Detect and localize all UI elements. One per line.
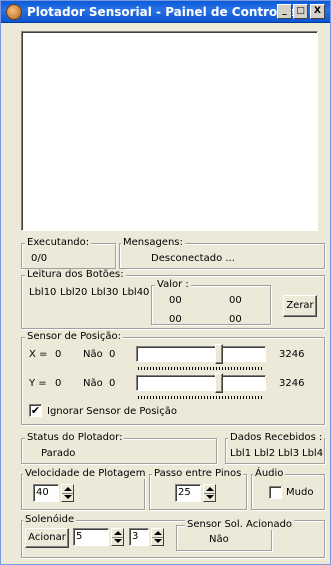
- plot-canvas[interactable]: [21, 31, 318, 231]
- main-window: Plotador Sensorial - Painel de Controles…: [0, 0, 331, 565]
- maximize-button[interactable]: □: [293, 4, 308, 19]
- valor-cell-4: 00: [229, 314, 242, 325]
- valor-cell-3: 00: [169, 314, 182, 325]
- acionar-button[interactable]: Acionar: [25, 528, 69, 548]
- leitura-label-4: Lbl40: [122, 287, 150, 298]
- sensor-x-nao-label: Não: [83, 349, 103, 360]
- app-icon: [6, 4, 22, 20]
- sensor-x-label: X =: [29, 349, 48, 360]
- dados-legend: Dados Recebidos :: [228, 432, 325, 443]
- leitura-label-3: Lbl30: [91, 287, 119, 298]
- velocidade-legend: Velocidade de Plotagem: [23, 468, 148, 479]
- status-legend: Status do Plotador:: [25, 432, 125, 443]
- solenoide-legend: Solenóide: [23, 514, 77, 525]
- passo-down-icon[interactable]: [206, 495, 214, 499]
- passo-up-icon[interactable]: [206, 487, 214, 491]
- solenoide-1-down-icon[interactable]: [114, 539, 122, 543]
- dados-label-2: Lbl2: [254, 448, 276, 459]
- sensor-y-label: Y =: [29, 378, 47, 389]
- sensor-y-nao-value: 0: [109, 378, 116, 389]
- mudo-checkbox[interactable]: [269, 486, 282, 499]
- close-button[interactable]: X: [310, 4, 325, 19]
- solenoide-1-up-icon[interactable]: [114, 531, 122, 535]
- dados-label-3: Lbl3: [278, 448, 300, 459]
- window-title: Plotador Sensorial - Painel de Controles: [27, 5, 297, 19]
- valor-cell-2: 00: [229, 295, 242, 306]
- zerar-button[interactable]: Zerar: [283, 295, 317, 317]
- solenoide-input-2[interactable]: 3: [129, 528, 149, 546]
- sensor-y-ticks: [138, 396, 264, 399]
- velocidade-up-icon[interactable]: [64, 487, 72, 491]
- sensor-x-nao-value: 0: [109, 349, 116, 360]
- sensor-sol-value: Não: [209, 534, 229, 545]
- sensor-y-value: 0: [55, 378, 62, 389]
- minimize-button[interactable]: _: [277, 4, 292, 19]
- solenoide-2-up-icon[interactable]: [154, 531, 162, 535]
- sensor-sol-legend: Sensor Sol. Acionado: [185, 519, 295, 530]
- sensor-y-reading: 3246: [279, 378, 305, 389]
- ignorar-sensor-label[interactable]: Ignorar Sensor de Posição: [47, 406, 177, 417]
- solenoide-spinner-2[interactable]: [151, 528, 164, 546]
- solenoide-2-down-icon[interactable]: [154, 539, 162, 543]
- sensor-x-reading: 3246: [279, 349, 305, 360]
- mensagens-value: Desconectado ...: [151, 253, 235, 264]
- ignorar-sensor-checkbox[interactable]: ✔: [29, 404, 42, 417]
- mensagens-legend: Mensagens:: [121, 237, 185, 248]
- velocidade-down-icon[interactable]: [64, 495, 72, 499]
- mudo-label[interactable]: Mudo: [286, 487, 313, 498]
- sensor-x-ticks: [138, 367, 264, 370]
- valor-cell-1: 00: [169, 295, 182, 306]
- sensor-x-value: 0: [55, 349, 62, 360]
- passo-legend: Passo entre Pinos: [152, 468, 244, 479]
- sensor-y-slider-thumb[interactable]: [215, 373, 224, 393]
- sensor-x-slider-thumb[interactable]: [215, 344, 224, 364]
- audio-legend: Áudio: [253, 468, 286, 479]
- dados-label-4: Lbl4: [302, 448, 324, 459]
- sensor-legend: Sensor de Posição:: [25, 331, 124, 342]
- title-bar[interactable]: Plotador Sensorial - Painel de Controles…: [1, 1, 330, 23]
- executando-legend: Executando:: [25, 237, 92, 248]
- executando-value: 0/0: [31, 253, 48, 264]
- solenoide-spinner-1[interactable]: [111, 528, 124, 546]
- dados-label-1: Lbl1: [230, 448, 252, 459]
- leitura-label-1: Lbl10: [29, 287, 57, 298]
- sensor-y-nao-label: Não: [83, 378, 103, 389]
- velocidade-input[interactable]: 40: [33, 484, 59, 502]
- leitura-label-2: Lbl20: [60, 287, 88, 298]
- valor-legend: Valor :: [155, 279, 191, 290]
- velocidade-spinner[interactable]: [61, 484, 74, 502]
- sensor-y-slider[interactable]: [136, 375, 266, 391]
- status-value: Parado: [41, 448, 76, 459]
- leitura-legend: Leitura dos Botões:: [25, 269, 126, 280]
- passo-spinner[interactable]: [203, 484, 216, 502]
- solenoide-input-1[interactable]: 5: [73, 528, 109, 546]
- passo-input[interactable]: 25: [175, 484, 201, 502]
- sensor-x-slider[interactable]: [136, 346, 266, 362]
